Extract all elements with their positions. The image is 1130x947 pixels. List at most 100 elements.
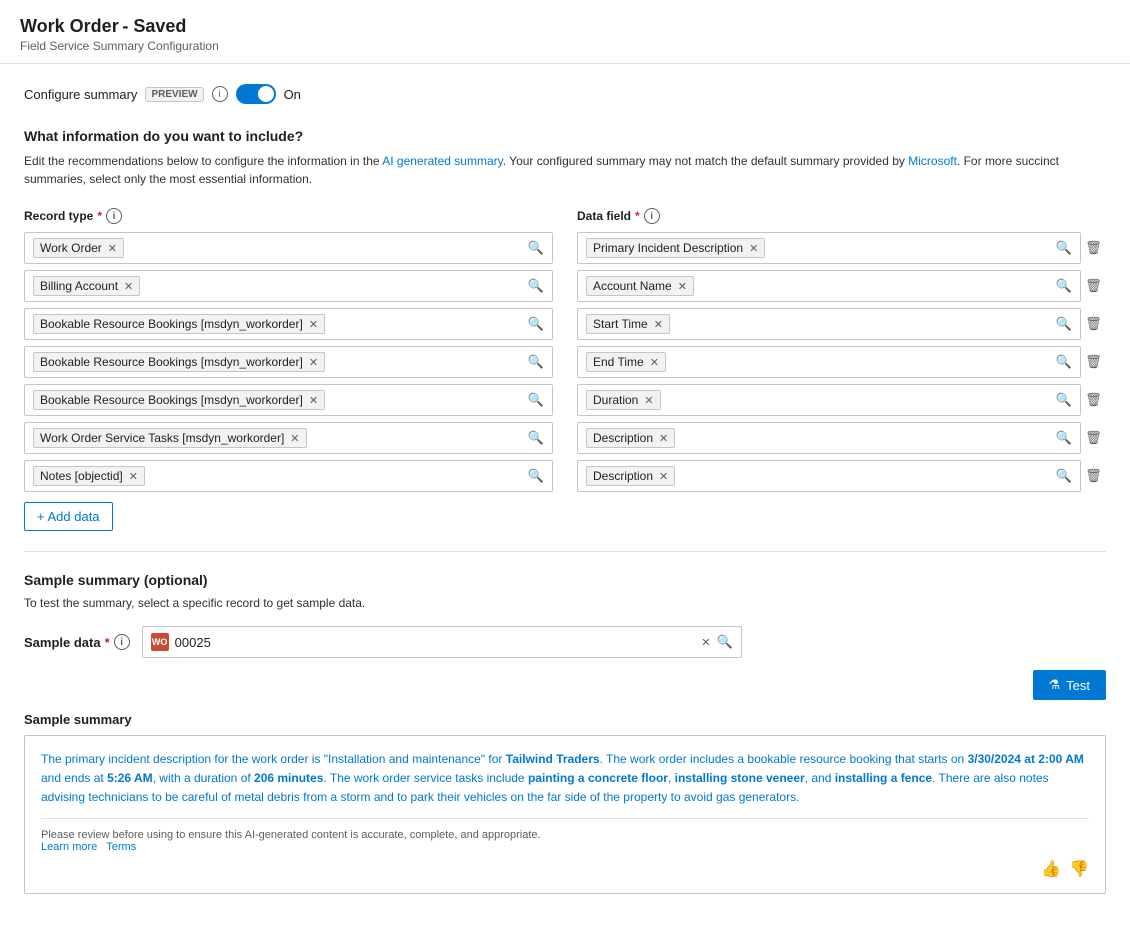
- record-type-label: Record type: [24, 209, 93, 223]
- data-field-tag-1: Primary Incident Description ✕: [586, 238, 765, 258]
- data-field-7-search[interactable]: 🔍: [1056, 468, 1072, 484]
- sample-data-info-icon[interactable]: i: [114, 634, 130, 650]
- record-tag-4-close[interactable]: ✕: [309, 356, 318, 369]
- record-row-6: Work Order Service Tasks [msdyn_workorde…: [24, 422, 553, 454]
- data-field-tag-6-close[interactable]: ✕: [659, 432, 668, 445]
- record-tag-7: Notes [objectid] ✕: [33, 466, 145, 486]
- data-field-tag-2: Account Name ✕: [586, 276, 694, 296]
- record-tag-2: Billing Account ✕: [33, 276, 140, 296]
- record-tag-6-close[interactable]: ✕: [290, 432, 299, 445]
- microsoft-link[interactable]: Microsoft: [908, 154, 957, 168]
- data-field-tag-5: Duration ✕: [586, 390, 661, 410]
- data-field-input-2: Account Name ✕ 🔍: [577, 270, 1081, 302]
- record-row-4: Bookable Resource Bookings [msdyn_workor…: [24, 346, 553, 378]
- page-header: Work Order - Saved Field Service Summary…: [0, 0, 1130, 64]
- data-field-tag-2-close[interactable]: ✕: [678, 280, 687, 293]
- record-row-7-search[interactable]: 🔍: [528, 468, 544, 484]
- data-field-4-search[interactable]: 🔍: [1056, 354, 1072, 370]
- data-field-input-7: Description ✕ 🔍: [577, 460, 1081, 492]
- record-type-column: Record type * i Work Order ✕ 🔍 Billing A…: [24, 208, 553, 498]
- record-tag-3-close[interactable]: ✕: [309, 318, 318, 331]
- record-tag-2-close[interactable]: ✕: [124, 280, 133, 293]
- record-row-2-search[interactable]: 🔍: [528, 278, 544, 294]
- data-field-row-1: Primary Incident Description ✕ 🔍 🗑: [577, 232, 1106, 264]
- data-field-row-5: Duration ✕ 🔍 🗑: [577, 384, 1106, 416]
- data-field-column: Data field * i Primary Incident Descript…: [577, 208, 1106, 498]
- data-field-7-delete[interactable]: 🗑: [1081, 464, 1106, 488]
- record-tag-4: Bookable Resource Bookings [msdyn_workor…: [33, 352, 325, 372]
- summary-toggle[interactable]: [236, 84, 276, 104]
- feedback-row: 👍 👎: [41, 859, 1089, 879]
- record-tag-5: Bookable Resource Bookings [msdyn_workor…: [33, 390, 325, 410]
- sample-data-value: 00025: [175, 635, 696, 650]
- saved-label: - Saved: [122, 16, 186, 36]
- data-field-6-search[interactable]: 🔍: [1056, 430, 1072, 446]
- data-field-info-icon[interactable]: i: [644, 208, 660, 224]
- data-field-input-3: Start Time ✕ 🔍: [577, 308, 1081, 340]
- record-row-7: Notes [objectid] ✕ 🔍: [24, 460, 553, 492]
- data-field-label: Data field: [577, 209, 631, 223]
- sample-data-input[interactable]: WO 00025 ✕ 🔍: [142, 626, 742, 658]
- thumbs-down-button[interactable]: 👎: [1069, 859, 1089, 879]
- record-tag-6: Work Order Service Tasks [msdyn_workorde…: [33, 428, 307, 448]
- record-row-1-search[interactable]: 🔍: [528, 240, 544, 256]
- data-field-6-delete[interactable]: 🗑: [1081, 426, 1106, 450]
- data-field-input-5: Duration ✕ 🔍: [577, 384, 1081, 416]
- data-field-input-6: Description ✕ 🔍: [577, 422, 1081, 454]
- data-field-tag-4: End Time ✕: [586, 352, 666, 372]
- data-field-5-search[interactable]: 🔍: [1056, 392, 1072, 408]
- data-field-1-delete[interactable]: 🗑: [1081, 236, 1106, 260]
- section-description: Edit the recommendations below to config…: [24, 152, 1106, 188]
- data-field-input-1: Primary Incident Description ✕ 🔍: [577, 232, 1081, 264]
- sample-data-label: Sample data * i: [24, 634, 130, 650]
- sample-section-title: Sample summary (optional): [24, 572, 1106, 588]
- data-field-tag-4-close[interactable]: ✕: [650, 356, 659, 369]
- sample-summary-box: The primary incident description for the…: [24, 735, 1106, 894]
- data-field-2-delete[interactable]: 🗑: [1081, 274, 1106, 298]
- data-field-tag-5-close[interactable]: ✕: [644, 394, 653, 407]
- data-field-tag-3-close[interactable]: ✕: [654, 318, 663, 331]
- data-field-row-4: End Time ✕ 🔍 🗑: [577, 346, 1106, 378]
- data-field-tag-7-close[interactable]: ✕: [659, 470, 668, 483]
- data-field-row-3: Start Time ✕ 🔍 🗑: [577, 308, 1106, 340]
- preview-badge: PREVIEW: [145, 87, 203, 102]
- sample-search-icon[interactable]: 🔍: [716, 634, 732, 650]
- configure-summary-row: Configure summary PREVIEW i On: [24, 84, 1106, 104]
- data-field-4-delete[interactable]: 🗑: [1081, 350, 1106, 374]
- data-field-required: *: [635, 209, 640, 223]
- record-type-required: *: [97, 209, 102, 223]
- data-field-tag-7: Description ✕: [586, 466, 675, 486]
- sample-data-close[interactable]: ✕: [701, 636, 710, 649]
- data-field-3-search[interactable]: 🔍: [1056, 316, 1072, 332]
- data-field-2-search[interactable]: 🔍: [1056, 278, 1072, 294]
- data-field-1-search[interactable]: 🔍: [1056, 240, 1072, 256]
- test-btn-row: ⚗ Test: [24, 670, 1106, 700]
- sample-data-row: Sample data * i WO 00025 ✕ 🔍: [24, 626, 1106, 658]
- data-field-tag-1-close[interactable]: ✕: [749, 242, 758, 255]
- data-field-3-delete[interactable]: 🗑: [1081, 312, 1106, 336]
- record-row-3-search[interactable]: 🔍: [528, 316, 544, 332]
- thumbs-up-button[interactable]: 👍: [1041, 859, 1061, 879]
- sample-section-description: To test the summary, select a specific r…: [24, 596, 1106, 610]
- record-row-5-search[interactable]: 🔍: [528, 392, 544, 408]
- record-row-2: Billing Account ✕ 🔍: [24, 270, 553, 302]
- learn-more-link[interactable]: Learn more: [41, 841, 97, 853]
- ai-link[interactable]: AI generated summary: [382, 154, 503, 168]
- data-field-input-4: End Time ✕ 🔍: [577, 346, 1081, 378]
- data-field-header: Data field * i: [577, 208, 1106, 224]
- configure-label: Configure summary: [24, 87, 137, 102]
- sample-summary-title: Sample summary: [24, 712, 1106, 727]
- sample-data-required: *: [105, 635, 110, 650]
- record-row-6-search[interactable]: 🔍: [528, 430, 544, 446]
- record-type-info-icon[interactable]: i: [106, 208, 122, 224]
- record-tag-5-close[interactable]: ✕: [309, 394, 318, 407]
- page-title: Work Order: [20, 16, 119, 36]
- record-row-4-search[interactable]: 🔍: [528, 354, 544, 370]
- configure-info-icon[interactable]: i: [212, 86, 228, 102]
- record-tag-1-close[interactable]: ✕: [108, 242, 117, 255]
- record-tag-7-close[interactable]: ✕: [129, 470, 138, 483]
- data-field-5-delete[interactable]: 🗑: [1081, 388, 1106, 412]
- terms-link[interactable]: Terms: [106, 841, 136, 853]
- test-button[interactable]: ⚗ Test: [1033, 670, 1107, 700]
- add-data-button[interactable]: + Add data: [24, 502, 113, 531]
